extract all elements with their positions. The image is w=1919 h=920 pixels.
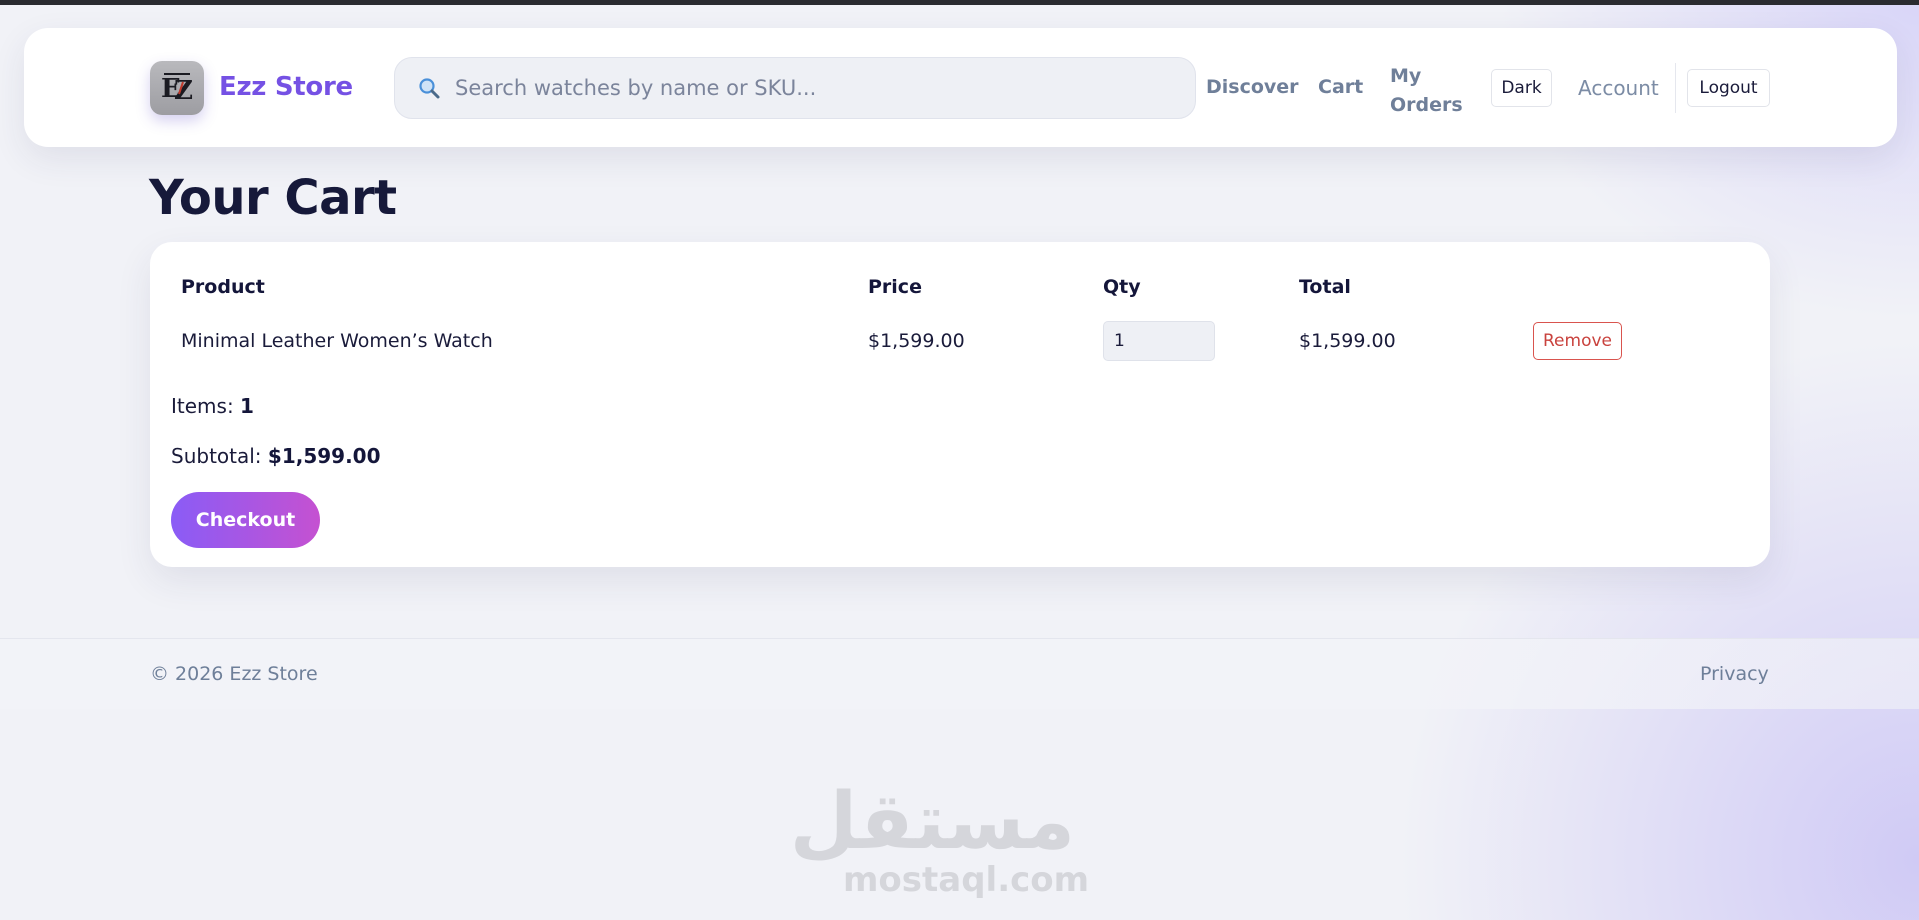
site-footer: © 2026 Ezz Store Privacy xyxy=(0,638,1919,709)
nav-divider xyxy=(1675,63,1676,113)
column-header-price: Price xyxy=(868,276,922,298)
watermark-arabic: مستقل xyxy=(789,777,1075,867)
subtotal-value: $1,599.00 xyxy=(267,444,381,468)
items-label: Items: xyxy=(171,394,234,418)
search-icon xyxy=(419,78,440,99)
svg-text:Z: Z xyxy=(174,76,193,106)
column-header-product: Product xyxy=(181,276,265,298)
remove-item-button[interactable]: Remove xyxy=(1533,322,1622,360)
search-input[interactable] xyxy=(455,68,1195,108)
nav-cart[interactable]: Cart xyxy=(1318,76,1363,98)
nav-discover[interactable]: Discover xyxy=(1206,76,1299,98)
nav-account[interactable]: Account xyxy=(1578,76,1659,100)
cart-item-product: Minimal Leather Women’s Watch xyxy=(181,330,493,352)
checkout-button[interactable]: Checkout xyxy=(171,492,320,548)
cart-card: Product Price Qty Total Minimal Leather … xyxy=(150,242,1770,567)
cart-item-total: $1,599.00 xyxy=(1299,330,1396,352)
copyright-text: © 2026 Ezz Store xyxy=(150,663,318,685)
quantity-input[interactable] xyxy=(1103,321,1215,361)
brand-name[interactable]: Ezz Store xyxy=(219,72,353,102)
search-bar xyxy=(394,57,1196,119)
page-title: Your Cart xyxy=(149,170,397,226)
store-logo[interactable]: E Z xyxy=(150,61,204,115)
logo-mark-icon: E Z xyxy=(161,73,193,106)
watermark-latin: mostaql.com xyxy=(843,860,1090,900)
items-count: 1 xyxy=(240,394,254,418)
subtotal-label: Subtotal: xyxy=(171,444,262,468)
logout-button[interactable]: Logout xyxy=(1687,69,1770,107)
theme-toggle-button[interactable]: Dark xyxy=(1491,69,1552,107)
privacy-link[interactable]: Privacy xyxy=(1700,663,1769,685)
window-top-strip xyxy=(0,0,1919,5)
cart-item-price: $1,599.00 xyxy=(868,330,965,352)
nav-my-orders[interactable]: My Orders xyxy=(1390,62,1470,120)
column-header-total: Total xyxy=(1299,276,1351,298)
subtotal-summary: Subtotal: $1,599.00 xyxy=(171,444,381,468)
items-summary: Items: 1 xyxy=(171,394,254,418)
column-header-qty: Qty xyxy=(1103,276,1141,298)
site-header: E Z Ezz Store Discover Cart My Orders Da… xyxy=(24,28,1897,147)
